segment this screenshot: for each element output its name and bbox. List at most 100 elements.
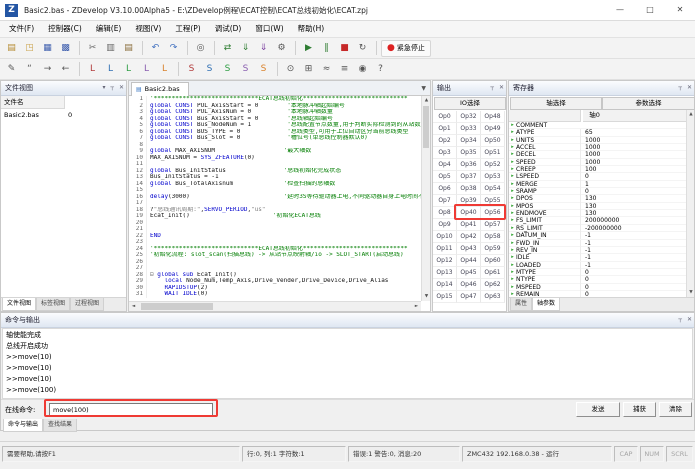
tb1-cut-button[interactable]: ✂ [84, 40, 101, 57]
io-op13[interactable]: Op13 [433, 267, 457, 279]
io-op40[interactable]: Op40 [457, 207, 481, 219]
io-op1[interactable]: Op1 [433, 123, 457, 135]
tb2-view-l2-button[interactable]: L [102, 61, 119, 78]
emergency-stop-button[interactable]: ●紧急停止 [381, 40, 431, 57]
scrollbar-thumb[interactable] [141, 303, 213, 310]
io-op33[interactable]: Op33 [457, 123, 481, 135]
io-op59[interactable]: Op59 [481, 243, 505, 255]
menu-item-6[interactable]: 调试(D) [208, 21, 249, 37]
menu-item-4[interactable]: 视图(V) [128, 21, 168, 37]
file-view-tab-3[interactable]: 过程视图 [70, 298, 104, 311]
io-op39[interactable]: Op39 [457, 195, 481, 207]
tb2-scope-s1-button[interactable]: S [183, 61, 200, 78]
io-op51[interactable]: Op51 [481, 147, 505, 159]
tb1-save-button[interactable]: ▦ [39, 40, 56, 57]
io-op15[interactable]: Op15 [433, 291, 457, 303]
io-op58[interactable]: Op58 [481, 231, 505, 243]
tb2-scope-s3-button[interactable]: S [219, 61, 236, 78]
scroll-up-icon[interactable]: ▲ [422, 96, 431, 105]
io-select-button[interactable]: IO选择 [434, 97, 506, 110]
tb1-save-all-button[interactable]: ▩ [57, 40, 74, 57]
command-tab-2[interactable]: 查找结果 [43, 419, 77, 432]
pin-icon[interactable]: ┬ [678, 316, 682, 323]
tb2-scope-s2-button[interactable]: S [201, 61, 218, 78]
tb2-comment-button[interactable]: “ [21, 61, 38, 78]
menu-item-2[interactable]: 控制器(C) [41, 21, 89, 37]
io-op12[interactable]: Op12 [433, 255, 457, 267]
register-tab-2[interactable]: 轴参数 [532, 298, 560, 311]
panel-menu-icon[interactable]: ▾ [102, 84, 105, 91]
io-op61[interactable]: Op61 [481, 267, 505, 279]
param-value[interactable]: 130 [580, 210, 596, 217]
scroll-right-icon[interactable]: ► [412, 302, 421, 311]
close-icon[interactable]: ✕ [687, 316, 692, 323]
close-button[interactable]: ✕ [665, 0, 695, 21]
io-op10[interactable]: Op10 [433, 231, 457, 243]
editor-horizontal-scrollbar[interactable]: ◄ ► [129, 301, 421, 311]
file-column-1[interactable]: 文件名 [1, 96, 65, 109]
param-value[interactable]: -1 [580, 262, 591, 269]
clear-button[interactable]: 清除 [659, 402, 692, 417]
tb1-open-file-button[interactable]: ◳ [21, 40, 38, 57]
io-op34[interactable]: Op34 [457, 135, 481, 147]
io-op54[interactable]: Op54 [481, 183, 505, 195]
param-value[interactable]: -200000000 [580, 225, 622, 232]
online-command-input[interactable] [49, 403, 213, 417]
tb1-download-rom-button[interactable]: ⇓ [255, 40, 272, 57]
command-output-log[interactable]: 轴使能完成总线开启成功>>move(10)>>move(10)>>move(10… [2, 328, 693, 399]
pin-icon[interactable]: ┬ [490, 84, 494, 91]
io-op53[interactable]: Op53 [481, 171, 505, 183]
tb2-edit-button[interactable]: ✎ [3, 61, 20, 78]
io-op52[interactable]: Op52 [481, 159, 505, 171]
scroll-down-icon[interactable]: ▼ [422, 292, 431, 301]
menu-item-1[interactable]: 文件(F) [2, 21, 41, 37]
tb1-stop-button[interactable]: ■ [336, 40, 353, 57]
tb2-oscilloscope-button[interactable]: ≈ [318, 61, 335, 78]
tb1-redo-button[interactable]: ↷ [165, 40, 182, 57]
tb2-indent-button[interactable]: → [39, 61, 56, 78]
tb2-view-l1-button[interactable]: L [84, 61, 101, 78]
menu-item-5[interactable]: 工程(P) [168, 21, 207, 37]
io-op62[interactable]: Op62 [481, 279, 505, 291]
capture-button[interactable]: 捕获 [623, 402, 656, 417]
param-value[interactable]: 1000 [580, 144, 600, 151]
register-scrollbar[interactable]: ▲ ▼ [686, 110, 694, 297]
io-op47[interactable]: Op47 [457, 291, 481, 303]
tb2-scope-s5-button[interactable]: S [255, 61, 272, 78]
close-icon[interactable]: ✕ [119, 84, 124, 91]
tb2-axis-param-view-button[interactable]: ⊞ [300, 61, 317, 78]
io-op38[interactable]: Op38 [457, 183, 481, 195]
param-value[interactable]: -1 [580, 232, 591, 239]
axis-select-button[interactable]: 轴选择 [510, 97, 602, 110]
menu-item-3[interactable]: 编辑(E) [89, 21, 129, 37]
file-view-tab-1[interactable]: 文件视图 [2, 298, 36, 311]
tb1-connect-controller-button[interactable]: ⇄ [219, 40, 236, 57]
io-op2[interactable]: Op2 [433, 135, 457, 147]
tb2-register-view-button[interactable]: ≡ [336, 61, 353, 78]
tb1-find-button[interactable]: ◎ [192, 40, 209, 57]
param-value[interactable]: 130 [580, 203, 596, 210]
param-value[interactable]: 65 [580, 129, 593, 136]
tb2-watch-button[interactable]: ◉ [354, 61, 371, 78]
param-value[interactable]: 0 [580, 284, 589, 291]
tb2-view-l3-button[interactable]: L [120, 61, 137, 78]
close-icon[interactable]: ✕ [499, 84, 504, 91]
tb1-reset-button[interactable]: ↻ [354, 40, 371, 57]
tb2-view-l5-button[interactable]: L [156, 61, 173, 78]
param-value[interactable]: -1 [580, 240, 591, 247]
file-row[interactable]: Basic2.bas0 [1, 109, 126, 121]
io-op56[interactable]: Op56 [481, 207, 505, 219]
param-value[interactable]: 0 [580, 188, 589, 195]
tb1-compile-button[interactable]: ⚙ [273, 40, 290, 57]
io-op43[interactable]: Op43 [457, 243, 481, 255]
io-op5[interactable]: Op5 [433, 171, 457, 183]
register-tab-1[interactable]: 属性 [510, 298, 532, 311]
io-op14[interactable]: Op14 [433, 279, 457, 291]
param-select-button[interactable]: 参数选择 [602, 97, 695, 110]
tb2-scope-s4-button[interactable]: S [237, 61, 254, 78]
param-value[interactable]: 1000 [580, 151, 600, 158]
pin-icon[interactable]: ┬ [110, 84, 114, 91]
tb2-help-button[interactable]: ? [372, 61, 389, 78]
param-value[interactable]: -1 [580, 247, 591, 254]
io-op8[interactable]: Op8 [433, 207, 457, 219]
